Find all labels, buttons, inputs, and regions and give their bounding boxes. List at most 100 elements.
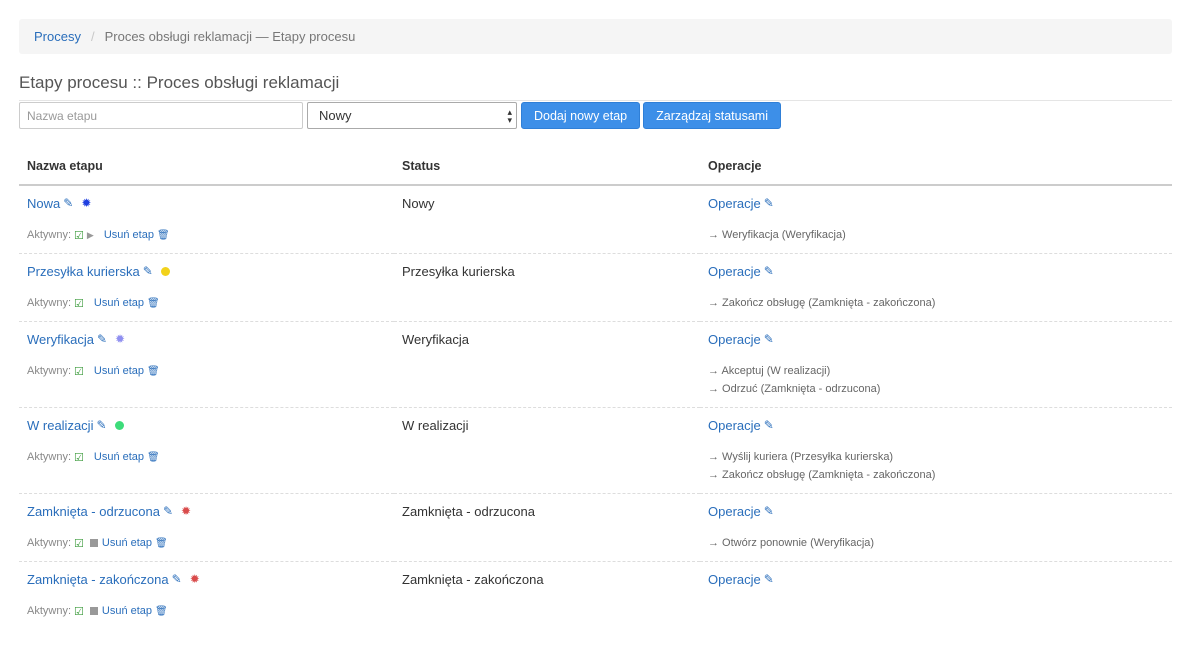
trash-icon[interactable]: 🗑 — [147, 298, 160, 309]
step-name-input[interactable]: Nazwa etapu — [19, 102, 303, 129]
trash-icon[interactable]: 🗑 — [147, 452, 160, 463]
checkbox-checked-icon[interactable]: ☑ — [74, 297, 84, 310]
transitions-list: → Otwórz ponownie (Weryfikacja) — [708, 534, 1164, 552]
step-status-cell: Zamknięta - odrzucona — [394, 494, 700, 562]
operations-link[interactable]: Operacje — [708, 504, 761, 519]
step-name-link[interactable]: Przesyłka kurierska — [27, 264, 140, 279]
step-name-link[interactable]: W realizacji — [27, 418, 93, 433]
checkbox-checked-icon[interactable]: ☑ — [74, 537, 84, 550]
delete-step-link[interactable]: Usuń etap — [102, 605, 152, 617]
stop-icon[interactable] — [89, 607, 98, 615]
breadcrumb-separator: / — [90, 29, 95, 44]
transition-item: → Akceptuj (W realizacji) — [708, 365, 831, 377]
status-select-value: Nowy — [319, 108, 352, 123]
delete-step-link[interactable]: Usuń etap — [102, 537, 152, 549]
breadcrumb-link-procesy[interactable]: Procesy — [34, 29, 81, 44]
trash-icon[interactable]: 🗑 — [147, 366, 160, 377]
play-icon[interactable]: ▶ — [87, 230, 94, 241]
header-status: Status — [394, 148, 700, 186]
step-operations-cell: Operacje ✎ → Akceptuj (W realizacji) → Odrz… — [700, 322, 1172, 408]
delete-step-link[interactable]: Usuń etap — [104, 229, 154, 241]
active-label: Aktywny: — [27, 451, 72, 463]
table-header-row: Nazwa etapu Status Operacje — [19, 148, 1172, 186]
header-step-name: Nazwa etapu — [19, 148, 394, 186]
transitions-list: → Wyślij kuriera (Przesyłka kurierska) → … — [708, 448, 1164, 484]
active-label: Aktywny: — [27, 605, 72, 617]
color-dot-icon — [114, 420, 124, 430]
edit-icon[interactable]: ✎ — [163, 504, 173, 518]
transition-item: → Zakończ obsługę (Zamknięta - zakończon… — [708, 297, 936, 309]
delete-step-link[interactable]: Usuń etap — [94, 365, 144, 377]
transition-item: → Otwórz ponownie (Weryfikacja) — [708, 537, 875, 549]
breadcrumb: Procesy / Proces obsługi reklamacji — Et… — [19, 19, 1172, 54]
header-operations: Operacje — [700, 148, 1172, 186]
page-title: Etapy procesu :: Proces obsługi reklamac… — [19, 74, 1172, 101]
color-dot-icon — [160, 266, 170, 276]
edit-icon[interactable]: ✎ — [143, 264, 153, 278]
checkbox-checked-icon[interactable]: ☑ — [74, 229, 84, 242]
step-name-cell: Przesyłka kurierska ✎ Aktywny: ☑ Usuń etap 🗑 — [19, 254, 394, 322]
edit-icon[interactable]: ✎ — [764, 196, 774, 210]
steps-table: Nazwa etapu Status Operacje Nowa ✎ ✹ Aktywn… — [19, 148, 1172, 627]
step-status: Przesyłka kurierska — [402, 263, 515, 279]
edit-icon[interactable]: ✎ — [764, 264, 774, 278]
checkbox-checked-icon[interactable]: ☑ — [74, 605, 84, 618]
step-name-cell: Zamknięta - zakończona ✎ ✹ Aktywny: ☑ Usuń et… — [19, 562, 394, 628]
checkbox-checked-icon[interactable]: ☑ — [74, 451, 84, 464]
edit-icon[interactable]: ✎ — [764, 418, 774, 432]
step-status: Weryfikacja — [402, 331, 469, 347]
step-name-cell: Weryfikacja ✎ ✹ Aktywny: ☑ Usuń etap 🗑 — [19, 322, 394, 408]
step-name-link[interactable]: Nowa — [27, 196, 60, 211]
transition-item: → Weryfikacja (Weryfikacja) — [708, 229, 846, 241]
step-status-cell: Zamknięta - zakończona — [394, 562, 700, 628]
edit-icon[interactable]: ✎ — [172, 572, 182, 586]
step-status-cell: Przesyłka kurierska — [394, 254, 700, 322]
checkbox-checked-icon[interactable]: ☑ — [74, 365, 84, 378]
active-label: Aktywny: — [27, 229, 72, 241]
step-operations-cell: Operacje ✎ → Zakończ obsługę (Zamknięta - … — [700, 254, 1172, 322]
add-step-button[interactable]: Dodaj nowy etap — [521, 102, 641, 129]
manage-statuses-button[interactable]: Zarządzaj statusami — [643, 102, 781, 129]
transition-item: → Wyślij kuriera (Przesyłka kurierska) — [708, 451, 894, 463]
operations-link[interactable]: Operacje — [708, 572, 761, 587]
transitions-list: → Zakończ obsługę (Zamknięta - zakończon… — [708, 294, 1164, 312]
select-arrows-icon: ▴ ▾ — [507, 106, 512, 125]
step-name-link[interactable]: Weryfikacja — [27, 332, 94, 347]
step-active-line: Aktywny: ☑ Usuń etap 🗑 — [27, 536, 386, 550]
step-active-line: Aktywny: ☑ Usuń etap 🗑 — [27, 364, 386, 378]
edit-icon[interactable]: ✎ — [63, 196, 73, 210]
color-burst-icon: ✹ — [181, 504, 192, 518]
table-row: Przesyłka kurierska ✎ Aktywny: ☑ Usuń etap 🗑 P… — [19, 254, 1172, 322]
step-name-cell: W realizacji ✎ Aktywny: ☑ Usuń etap 🗑 — [19, 408, 394, 494]
trash-icon[interactable]: 🗑 — [157, 230, 170, 241]
trash-icon[interactable]: 🗑 — [155, 606, 168, 617]
edit-icon[interactable]: ✎ — [764, 504, 774, 518]
stop-icon[interactable] — [89, 539, 98, 547]
step-name-link[interactable]: Zamknięta - odrzucona — [27, 504, 160, 519]
operations-link[interactable]: Operacje — [708, 196, 761, 211]
edit-icon[interactable]: ✎ — [97, 332, 107, 346]
step-operations-cell: Operacje ✎ → Weryfikacja (Weryfikacja) — [700, 185, 1172, 254]
page: Procesy / Proces obsługi reklamacji — Et… — [19, 19, 1172, 627]
step-active-line: Aktywny: ☑ Usuń etap 🗑 — [27, 296, 386, 310]
step-active-line: Aktywny: ☑ ▶ Usuń etap 🗑 — [27, 228, 386, 242]
operations-link[interactable]: Operacje — [708, 418, 761, 433]
step-status: Zamknięta - zakończona — [402, 571, 544, 587]
edit-icon[interactable]: ✎ — [96, 418, 106, 432]
transition-item: → Odrzuć (Zamknięta - odrzucona) — [708, 383, 881, 395]
step-name-link[interactable]: Zamknięta - zakończona — [27, 572, 169, 587]
trash-icon[interactable]: 🗑 — [155, 538, 168, 549]
operations-link[interactable]: Operacje — [708, 264, 761, 279]
transitions-list: → Weryfikacja (Weryfikacja) — [708, 226, 1164, 244]
breadcrumb-current: Proces obsługi reklamacji — Etapy proces… — [104, 29, 356, 44]
step-operations-cell: Operacje ✎ → Otwórz ponownie (Weryfikacja) — [700, 494, 1172, 562]
step-operations-cell: Operacje ✎ — [700, 562, 1172, 628]
step-name-cell: Zamknięta - odrzucona ✎ ✹ Aktywny: ☑ Usuń eta… — [19, 494, 394, 562]
delete-step-link[interactable]: Usuń etap — [94, 297, 144, 309]
operations-link[interactable]: Operacje — [708, 332, 761, 347]
edit-icon[interactable]: ✎ — [764, 332, 774, 346]
active-label: Aktywny: — [27, 537, 72, 549]
delete-step-link[interactable]: Usuń etap — [94, 451, 144, 463]
edit-icon[interactable]: ✎ — [764, 572, 774, 586]
status-select[interactable]: Nowy ▴ ▾ — [307, 102, 517, 129]
